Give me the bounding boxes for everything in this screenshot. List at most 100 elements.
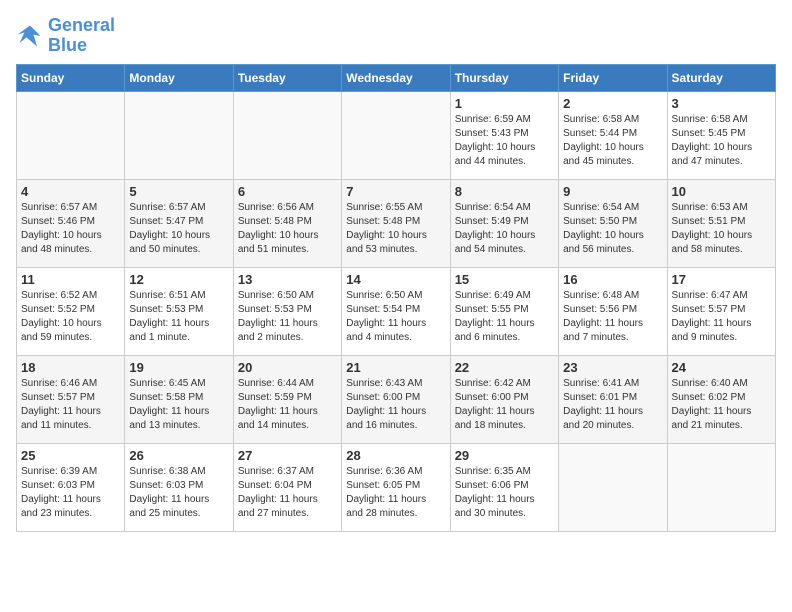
calendar-header-friday: Friday bbox=[559, 64, 667, 91]
calendar-cell bbox=[559, 443, 667, 531]
calendar-week-row: 4Sunrise: 6:57 AM Sunset: 5:46 PM Daylig… bbox=[17, 179, 776, 267]
logo-text: General Blue bbox=[48, 16, 115, 56]
calendar-cell: 7 Sunrise: 6:55 AM Sunset: 5:48 PM Daylig… bbox=[342, 179, 450, 267]
day-number: 14 bbox=[346, 272, 445, 287]
day-info: Sunrise: 6:58 AM Sunset: 5:45 PM Dayligh… bbox=[672, 113, 771, 169]
calendar-header-row: SundayMondayTuesdayWednesdayThursdayFrid… bbox=[17, 64, 776, 91]
page-header: General Blue bbox=[16, 16, 776, 56]
day-info: Sunrise: 6:48 AM Sunset: 5:56 PM Dayligh… bbox=[563, 289, 662, 345]
day-number: 9 bbox=[563, 184, 662, 199]
day-info: Sunrise: 6:51 AM Sunset: 5:53 PM Dayligh… bbox=[129, 289, 228, 345]
day-info: Sunrise: 6:57 AM Sunset: 5:46 PM Dayligh… bbox=[21, 201, 120, 257]
day-number: 21 bbox=[346, 360, 445, 375]
calendar-week-row: 11Sunrise: 6:52 AM Sunset: 5:52 PM Dayli… bbox=[17, 267, 776, 355]
calendar-cell: 15Sunrise: 6:49 AM Sunset: 5:55 PM Dayli… bbox=[450, 267, 558, 355]
calendar-cell: 28 Sunrise: 6:36 AM Sunset: 6:05 PM Dayli… bbox=[342, 443, 450, 531]
day-info: Sunrise: 6:49 AM Sunset: 5:55 PM Dayligh… bbox=[455, 289, 554, 345]
calendar-cell: 9 Sunrise: 6:54 AM Sunset: 5:50 PM Daylig… bbox=[559, 179, 667, 267]
logo: General Blue bbox=[16, 16, 115, 56]
day-number: 19 bbox=[129, 360, 228, 375]
day-info: Sunrise: 6:42 AM Sunset: 6:00 PM Dayligh… bbox=[455, 377, 554, 433]
day-info: Sunrise: 6:54 AM Sunset: 5:49 PM Dayligh… bbox=[455, 201, 554, 257]
calendar-header-sunday: Sunday bbox=[17, 64, 125, 91]
calendar-cell: 10 Sunrise: 6:53 AM Sunset: 5:51 PM Dayli… bbox=[667, 179, 775, 267]
day-info: Sunrise: 6:54 AM Sunset: 5:50 PM Dayligh… bbox=[563, 201, 662, 257]
day-number: 3 bbox=[672, 96, 771, 111]
day-info: Sunrise: 6:43 AM Sunset: 6:00 PM Dayligh… bbox=[346, 377, 445, 433]
calendar-cell: 1 Sunrise: 6:59 AM Sunset: 5:43 PM Daylig… bbox=[450, 91, 558, 179]
day-number: 7 bbox=[346, 184, 445, 199]
day-number: 18 bbox=[21, 360, 120, 375]
day-number: 13 bbox=[238, 272, 337, 287]
calendar-cell: 11Sunrise: 6:52 AM Sunset: 5:52 PM Dayli… bbox=[17, 267, 125, 355]
logo-icon bbox=[16, 22, 44, 50]
calendar-cell: 20Sunrise: 6:44 AM Sunset: 5:59 PM Dayli… bbox=[233, 355, 341, 443]
day-info: Sunrise: 6:57 AM Sunset: 5:47 PM Dayligh… bbox=[129, 201, 228, 257]
day-info: Sunrise: 6:55 AM Sunset: 5:48 PM Dayligh… bbox=[346, 201, 445, 257]
calendar-cell: 5 Sunrise: 6:57 AM Sunset: 5:47 PM Daylig… bbox=[125, 179, 233, 267]
calendar-table: SundayMondayTuesdayWednesdayThursdayFrid… bbox=[16, 64, 776, 532]
calendar-cell: 22 Sunrise: 6:42 AM Sunset: 6:00 PM Dayli… bbox=[450, 355, 558, 443]
calendar-week-row: 25 Sunrise: 6:39 AM Sunset: 6:03 PM Dayli… bbox=[17, 443, 776, 531]
calendar-cell: 12 Sunrise: 6:51 AM Sunset: 5:53 PM Dayli… bbox=[125, 267, 233, 355]
calendar-cell: 24Sunrise: 6:40 AM Sunset: 6:02 PM Dayli… bbox=[667, 355, 775, 443]
calendar-cell: 14 Sunrise: 6:50 AM Sunset: 5:54 PM Dayli… bbox=[342, 267, 450, 355]
day-number: 26 bbox=[129, 448, 228, 463]
day-number: 22 bbox=[455, 360, 554, 375]
day-number: 23 bbox=[563, 360, 662, 375]
calendar-week-row: 1 Sunrise: 6:59 AM Sunset: 5:43 PM Daylig… bbox=[17, 91, 776, 179]
calendar-cell: 29 Sunrise: 6:35 AM Sunset: 6:06 PM Dayli… bbox=[450, 443, 558, 531]
day-info: Sunrise: 6:50 AM Sunset: 5:54 PM Dayligh… bbox=[346, 289, 445, 345]
calendar-cell: 4Sunrise: 6:57 AM Sunset: 5:46 PM Daylig… bbox=[17, 179, 125, 267]
calendar-header-wednesday: Wednesday bbox=[342, 64, 450, 91]
day-number: 25 bbox=[21, 448, 120, 463]
calendar-header-monday: Monday bbox=[125, 64, 233, 91]
day-number: 5 bbox=[129, 184, 228, 199]
day-info: Sunrise: 6:41 AM Sunset: 6:01 PM Dayligh… bbox=[563, 377, 662, 433]
day-info: Sunrise: 6:53 AM Sunset: 5:51 PM Dayligh… bbox=[672, 201, 771, 257]
day-info: Sunrise: 6:50 AM Sunset: 5:53 PM Dayligh… bbox=[238, 289, 337, 345]
day-number: 29 bbox=[455, 448, 554, 463]
day-number: 8 bbox=[455, 184, 554, 199]
calendar-header-tuesday: Tuesday bbox=[233, 64, 341, 91]
calendar-cell bbox=[17, 91, 125, 179]
day-info: Sunrise: 6:58 AM Sunset: 5:44 PM Dayligh… bbox=[563, 113, 662, 169]
day-number: 12 bbox=[129, 272, 228, 287]
day-info: Sunrise: 6:52 AM Sunset: 5:52 PM Dayligh… bbox=[21, 289, 120, 345]
calendar-cell: 8 Sunrise: 6:54 AM Sunset: 5:49 PM Daylig… bbox=[450, 179, 558, 267]
day-number: 17 bbox=[672, 272, 771, 287]
day-info: Sunrise: 6:40 AM Sunset: 6:02 PM Dayligh… bbox=[672, 377, 771, 433]
day-info: Sunrise: 6:59 AM Sunset: 5:43 PM Dayligh… bbox=[455, 113, 554, 169]
day-number: 28 bbox=[346, 448, 445, 463]
calendar-cell: 27Sunrise: 6:37 AM Sunset: 6:04 PM Dayli… bbox=[233, 443, 341, 531]
calendar-cell: 23 Sunrise: 6:41 AM Sunset: 6:01 PM Dayli… bbox=[559, 355, 667, 443]
day-info: Sunrise: 6:36 AM Sunset: 6:05 PM Dayligh… bbox=[346, 465, 445, 521]
day-info: Sunrise: 6:45 AM Sunset: 5:58 PM Dayligh… bbox=[129, 377, 228, 433]
day-info: Sunrise: 6:39 AM Sunset: 6:03 PM Dayligh… bbox=[21, 465, 120, 521]
calendar-cell: 21 Sunrise: 6:43 AM Sunset: 6:00 PM Dayli… bbox=[342, 355, 450, 443]
day-info: Sunrise: 6:46 AM Sunset: 5:57 PM Dayligh… bbox=[21, 377, 120, 433]
calendar-header-saturday: Saturday bbox=[667, 64, 775, 91]
calendar-cell: 18 Sunrise: 6:46 AM Sunset: 5:57 PM Dayli… bbox=[17, 355, 125, 443]
day-info: Sunrise: 6:47 AM Sunset: 5:57 PM Dayligh… bbox=[672, 289, 771, 345]
calendar-cell: 16 Sunrise: 6:48 AM Sunset: 5:56 PM Dayli… bbox=[559, 267, 667, 355]
calendar-cell: 6 Sunrise: 6:56 AM Sunset: 5:48 PM Daylig… bbox=[233, 179, 341, 267]
calendar-cell: 13 Sunrise: 6:50 AM Sunset: 5:53 PM Dayli… bbox=[233, 267, 341, 355]
calendar-cell: 25 Sunrise: 6:39 AM Sunset: 6:03 PM Dayli… bbox=[17, 443, 125, 531]
calendar-cell bbox=[342, 91, 450, 179]
calendar-cell bbox=[667, 443, 775, 531]
day-info: Sunrise: 6:38 AM Sunset: 6:03 PM Dayligh… bbox=[129, 465, 228, 521]
day-info: Sunrise: 6:44 AM Sunset: 5:59 PM Dayligh… bbox=[238, 377, 337, 433]
day-number: 6 bbox=[238, 184, 337, 199]
day-number: 16 bbox=[563, 272, 662, 287]
day-number: 10 bbox=[672, 184, 771, 199]
day-info: Sunrise: 6:35 AM Sunset: 6:06 PM Dayligh… bbox=[455, 465, 554, 521]
calendar-cell: 19 Sunrise: 6:45 AM Sunset: 5:58 PM Dayli… bbox=[125, 355, 233, 443]
day-info: Sunrise: 6:56 AM Sunset: 5:48 PM Dayligh… bbox=[238, 201, 337, 257]
calendar-cell bbox=[233, 91, 341, 179]
calendar-cell: 17 Sunrise: 6:47 AM Sunset: 5:57 PM Dayli… bbox=[667, 267, 775, 355]
day-info: Sunrise: 6:37 AM Sunset: 6:04 PM Dayligh… bbox=[238, 465, 337, 521]
day-number: 2 bbox=[563, 96, 662, 111]
calendar-cell: 26 Sunrise: 6:38 AM Sunset: 6:03 PM Dayli… bbox=[125, 443, 233, 531]
day-number: 1 bbox=[455, 96, 554, 111]
